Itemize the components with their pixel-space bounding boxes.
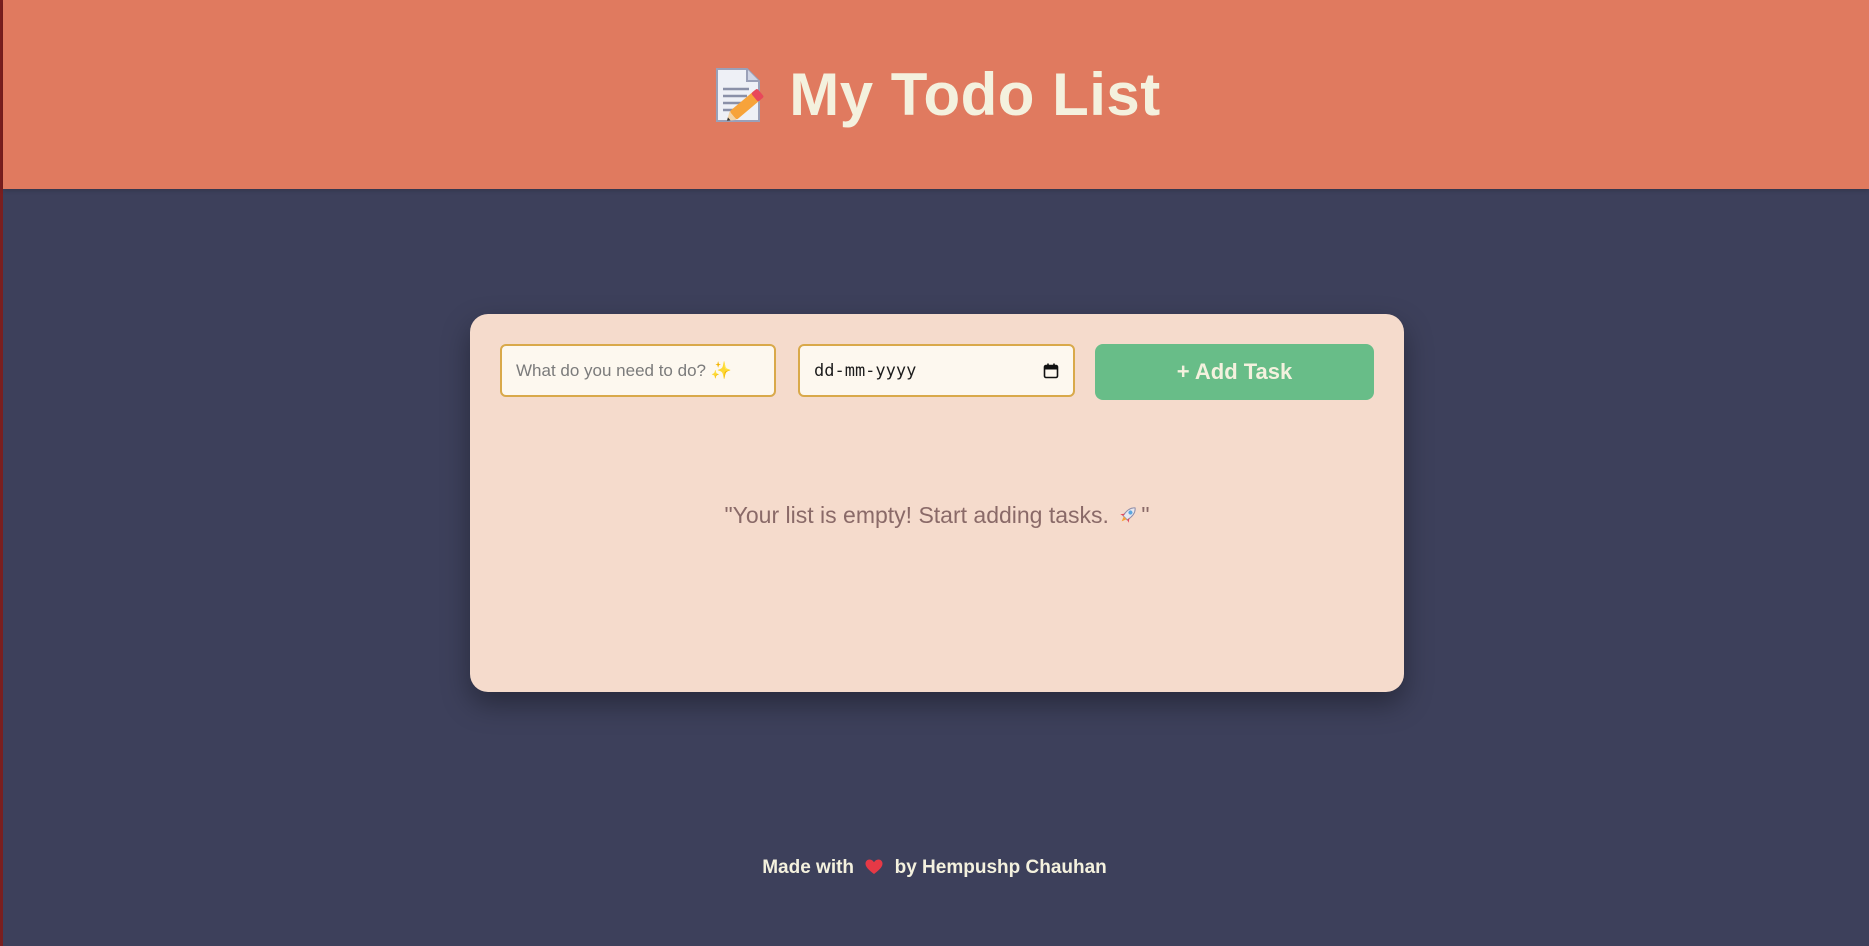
empty-list-text-end: " — [1141, 502, 1150, 528]
footer-prefix: Made with — [762, 857, 855, 878]
due-date-placeholder: dd-mm-yyyy — [814, 360, 917, 381]
memo-pencil-icon — [711, 65, 767, 125]
page-title: My Todo List — [711, 60, 1161, 129]
heart-icon — [865, 859, 883, 875]
due-date-input[interactable]: dd-mm-yyyy — [798, 344, 1075, 397]
todo-card: dd-mm-yyyy + Add Task "Your list is empt… — [470, 314, 1404, 692]
rocket-icon — [1117, 504, 1139, 526]
empty-list-text: "Your list is empty! Start adding tasks. — [724, 502, 1109, 528]
calendar-icon[interactable] — [1043, 363, 1059, 379]
page-header: My Todo List — [3, 0, 1869, 189]
page-title-text: My Todo List — [789, 61, 1161, 128]
footer-suffix: by Hempushp Chauhan — [894, 857, 1107, 878]
page-footer: Made with by Hempushp Chauhan — [0, 857, 1869, 879]
task-input[interactable] — [500, 344, 776, 397]
empty-list-message: "Your list is empty! Start adding tasks.… — [470, 502, 1404, 529]
add-task-button[interactable]: + Add Task — [1095, 344, 1374, 400]
